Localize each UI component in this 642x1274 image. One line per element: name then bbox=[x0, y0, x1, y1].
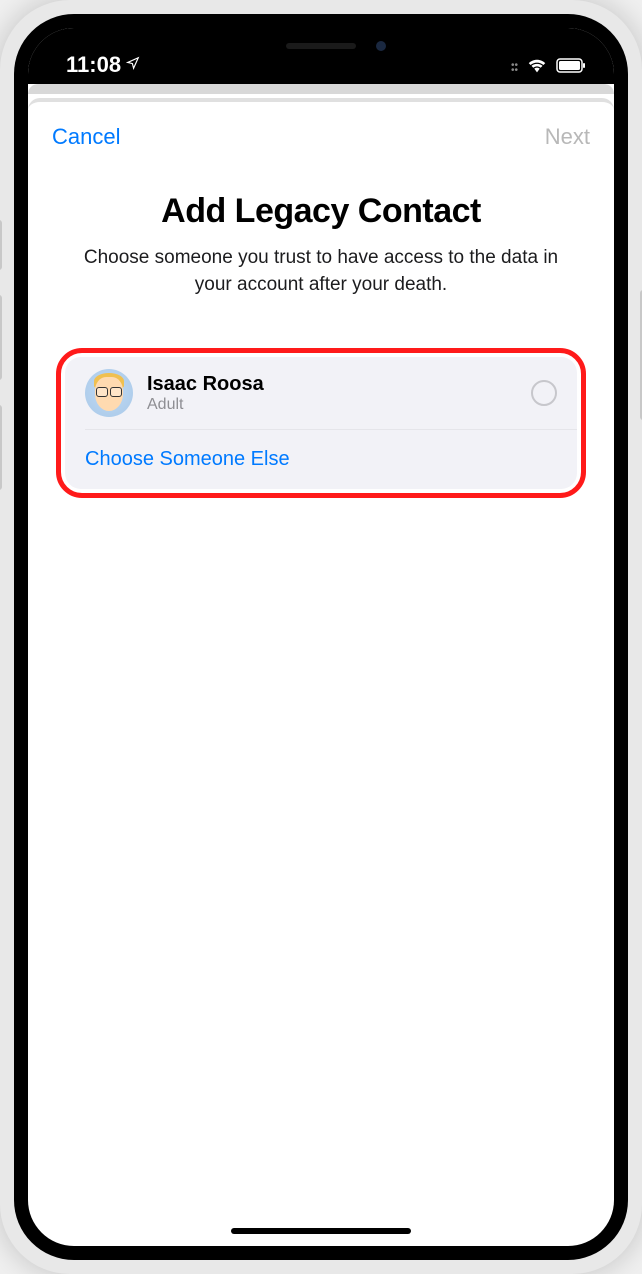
nav-bar: Cancel Next bbox=[28, 110, 614, 164]
background-sheet-edge bbox=[28, 84, 614, 94]
mute-switch bbox=[0, 220, 2, 270]
front-camera bbox=[376, 41, 386, 51]
choose-someone-else-button[interactable]: Choose Someone Else bbox=[65, 430, 577, 489]
modal-sheet bbox=[28, 98, 614, 110]
cellular-weak-icon: •••• bbox=[511, 63, 518, 73]
battery-icon bbox=[556, 58, 586, 78]
contact-role: Adult bbox=[147, 396, 531, 414]
radio-unselected-icon[interactable] bbox=[531, 380, 557, 406]
contact-row[interactable]: Isaac Roosa Adult bbox=[65, 357, 577, 429]
page-title: Add Legacy Contact bbox=[56, 192, 586, 231]
next-button[interactable]: Next bbox=[545, 124, 590, 150]
speaker-grille bbox=[286, 43, 356, 49]
wifi-icon bbox=[526, 57, 548, 78]
status-time: 11:08 bbox=[66, 52, 121, 78]
volume-down-button bbox=[0, 405, 2, 490]
home-indicator[interactable] bbox=[231, 1228, 411, 1234]
location-services-icon bbox=[126, 56, 140, 75]
contact-name: Isaac Roosa bbox=[147, 373, 531, 396]
phone-frame: 11:08 •••• Cancel bbox=[0, 0, 642, 1274]
cancel-button[interactable]: Cancel bbox=[52, 124, 120, 150]
page-subtitle: Choose someone you trust to have access … bbox=[56, 245, 586, 298]
avatar bbox=[85, 369, 133, 417]
notch bbox=[201, 28, 441, 64]
screen: 11:08 •••• Cancel bbox=[28, 28, 614, 1246]
volume-up-button bbox=[0, 295, 2, 380]
contact-card: Isaac Roosa Adult Choose Someone Else bbox=[65, 357, 577, 489]
annotation-highlight: Isaac Roosa Adult Choose Someone Else bbox=[56, 348, 586, 498]
